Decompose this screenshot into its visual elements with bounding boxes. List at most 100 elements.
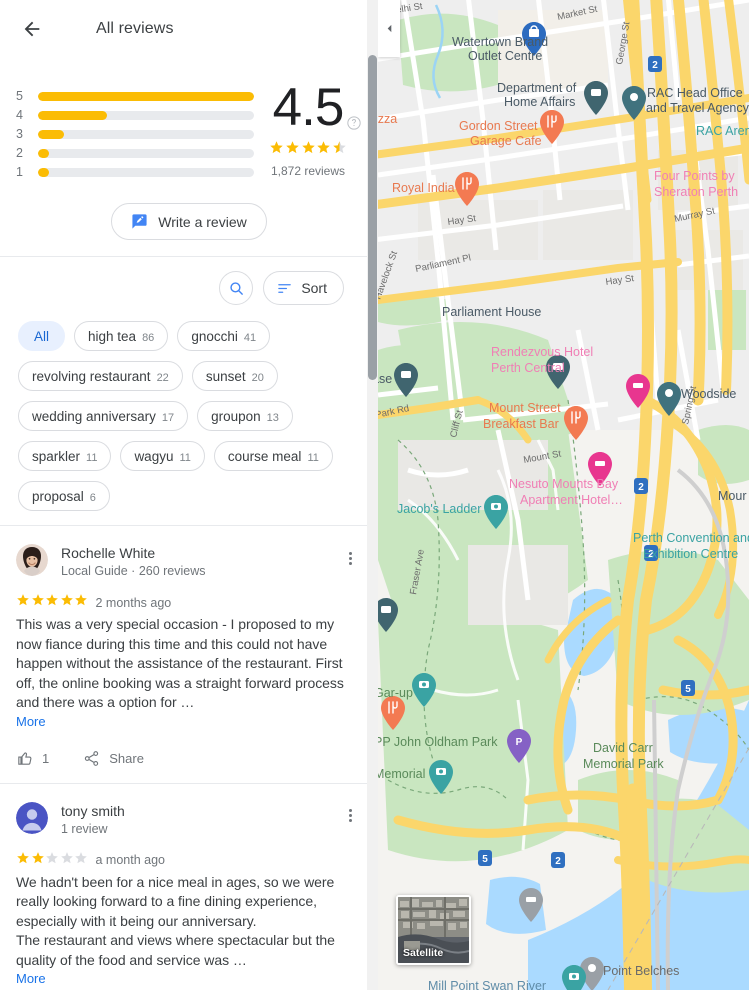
filter-chip-all[interactable]: All [18,321,66,351]
chip-label: groupon [211,409,261,424]
chip-count: 22 [156,372,169,384]
star-filled-icon [301,141,315,154]
filter-chip-sunset[interactable]: sunset 20 [191,361,278,391]
share-button[interactable]: Share [83,750,144,767]
rating-bar-row: 4 [16,106,254,125]
svg-text:Breakfast Bar: Breakfast Bar [483,417,559,431]
satellite-toggle[interactable]: Satellite [396,895,471,965]
sort-button[interactable]: Sort [263,271,344,305]
chip-label: wedding anniversary [32,409,156,424]
collapse-panel-button[interactable] [378,0,400,57]
avatar-default [16,801,48,834]
satellite-label: Satellite [403,947,444,959]
svg-text:Rendezvous Hotel: Rendezvous Hotel [491,345,593,359]
review-time: 2 months ago [95,595,172,610]
route-shield-2: 2 [648,56,662,72]
like-button[interactable]: 1 [16,750,49,767]
chip-label: high tea [88,329,137,344]
svg-text:Nesuto Mounts Bay: Nesuto Mounts Bay [509,477,619,491]
reviewer-info: Rochelle White Local Guide · 260 reviews [61,544,206,580]
panel-scrollbar-thumb[interactable] [368,55,377,380]
review-time: a month ago [95,853,166,867]
svg-text:Gar-up: Gar-up [378,686,413,700]
rating-bar-label: 1 [16,165,23,179]
svg-text:Gordon Street: Gordon Street [459,119,538,133]
rating-bar-row: 2 [16,144,254,163]
map-marker-camera-bottom [562,965,586,990]
review-card: tony smith 1 review a month ago We hadn't b… [0,784,378,990]
review-stars [16,851,89,870]
review-header: Rochelle White Local Guide · 260 reviews [16,544,362,580]
review-item: Rochelle White Local Guide · 260 reviews 2… [0,526,378,784]
filter-chip-wagyu[interactable]: wagyu 11 [120,441,205,471]
map-view[interactable]: P 2 2 2 5 5 2 Delhi St Market St Hay St … [378,0,749,990]
filter-chip-course-meal[interactable]: course meal 11 [213,441,333,471]
svg-text:and Travel Agency: and Travel Agency [646,101,749,115]
chip-count: 11 [307,452,319,464]
avatar[interactable] [16,544,48,576]
chip-label: sunset [205,369,246,384]
chip-label: wagyu [134,449,174,464]
filter-chip-sparkler[interactable]: sparkler 11 [18,441,112,471]
reviews-panel: All reviews 54321 4.5 1,872 reviews Writ… [0,0,378,990]
write-review-row: Write a review [0,195,378,256]
star-filled-icon [285,141,299,154]
filter-chip-high-tea[interactable]: high tea 86 [74,321,169,351]
review-rating-row: a month ago [16,851,362,870]
share-label: Share [109,750,144,766]
chip-label: gnocchi [191,329,238,344]
svg-text:Point Belches: Point Belches [603,964,679,978]
more-vertical-icon[interactable] [338,546,362,570]
route-shield-2: 2 [551,852,565,868]
map-canvas: P 2 2 2 5 5 2 Delhi St Market St Hay St … [378,0,749,990]
review-rating-row: 2 months ago [16,593,362,612]
chip-count: 11 [179,452,191,464]
star-filled-icon [46,594,58,606]
svg-text:Sheraton Perth: Sheraton Perth [654,185,738,199]
chip-label: sparkler [32,449,81,464]
overall-score: 4.5 [272,78,345,137]
svg-text:PP John Oldham Park: PP John Oldham Park [378,735,498,749]
svg-text:Woodside: Woodside [681,387,736,401]
star-filled-icon [31,594,44,606]
svg-text:2: 2 [652,60,658,71]
chip-label: proposal [32,489,84,504]
star-filled-icon [75,594,87,606]
more-vertical-icon[interactable] [338,804,362,828]
svg-text:RAC Arena: RAC Arena [696,124,749,138]
rating-bar-label: 5 [16,89,23,103]
chip-count: 6 [89,492,96,504]
filter-chip-wedding-anniversary[interactable]: wedding anniversary 17 [18,401,189,431]
back-button[interactable] [12,9,52,49]
review-stars [16,593,89,612]
help-circle-icon[interactable] [346,115,364,133]
filter-chip-gnocchi[interactable]: gnocchi 41 [177,321,271,351]
sort-label: Sort [301,280,327,296]
topic-filter-chips: All high tea 86 gnocchi 41 revolving restaura… [0,315,378,525]
reviewer-info: tony smith 1 review [61,802,125,838]
review-more-link[interactable]: More [16,714,46,729]
star-empty-icon [75,851,87,863]
filter-chip-proposal[interactable]: proposal 6 [18,481,110,511]
write-review-button[interactable]: Write a review [111,203,267,240]
review-text: This was a very special occasion - I pro… [16,616,344,710]
svg-text:5: 5 [685,684,691,695]
search-reviews-button[interactable] [219,271,254,305]
rating-bar-track [38,111,254,120]
rating-bar-row: 1 [16,163,254,182]
svg-text:Apartment Hotel…: Apartment Hotel… [520,493,623,507]
panel-scrollbar[interactable] [367,0,378,990]
reviewer-meta: Local Guide · 260 reviews [61,564,206,578]
review-more-link[interactable]: More [16,971,46,986]
svg-text:Watertown Brand: Watertown Brand [452,35,548,49]
svg-text:Royal India: Royal India [392,181,455,195]
rating-bar-fill [38,92,254,101]
route-shield-5: 5 [478,850,492,866]
star-empty-icon [46,851,58,863]
filter-chip-groupon[interactable]: groupon 13 [197,401,293,431]
search-icon [230,281,243,295]
filter-chip-revolving-restaurant[interactable]: revolving restaurant 22 [18,361,183,391]
chip-count: 20 [251,372,264,384]
review-header: tony smith 1 review [16,801,362,838]
avatar[interactable] [16,801,48,834]
